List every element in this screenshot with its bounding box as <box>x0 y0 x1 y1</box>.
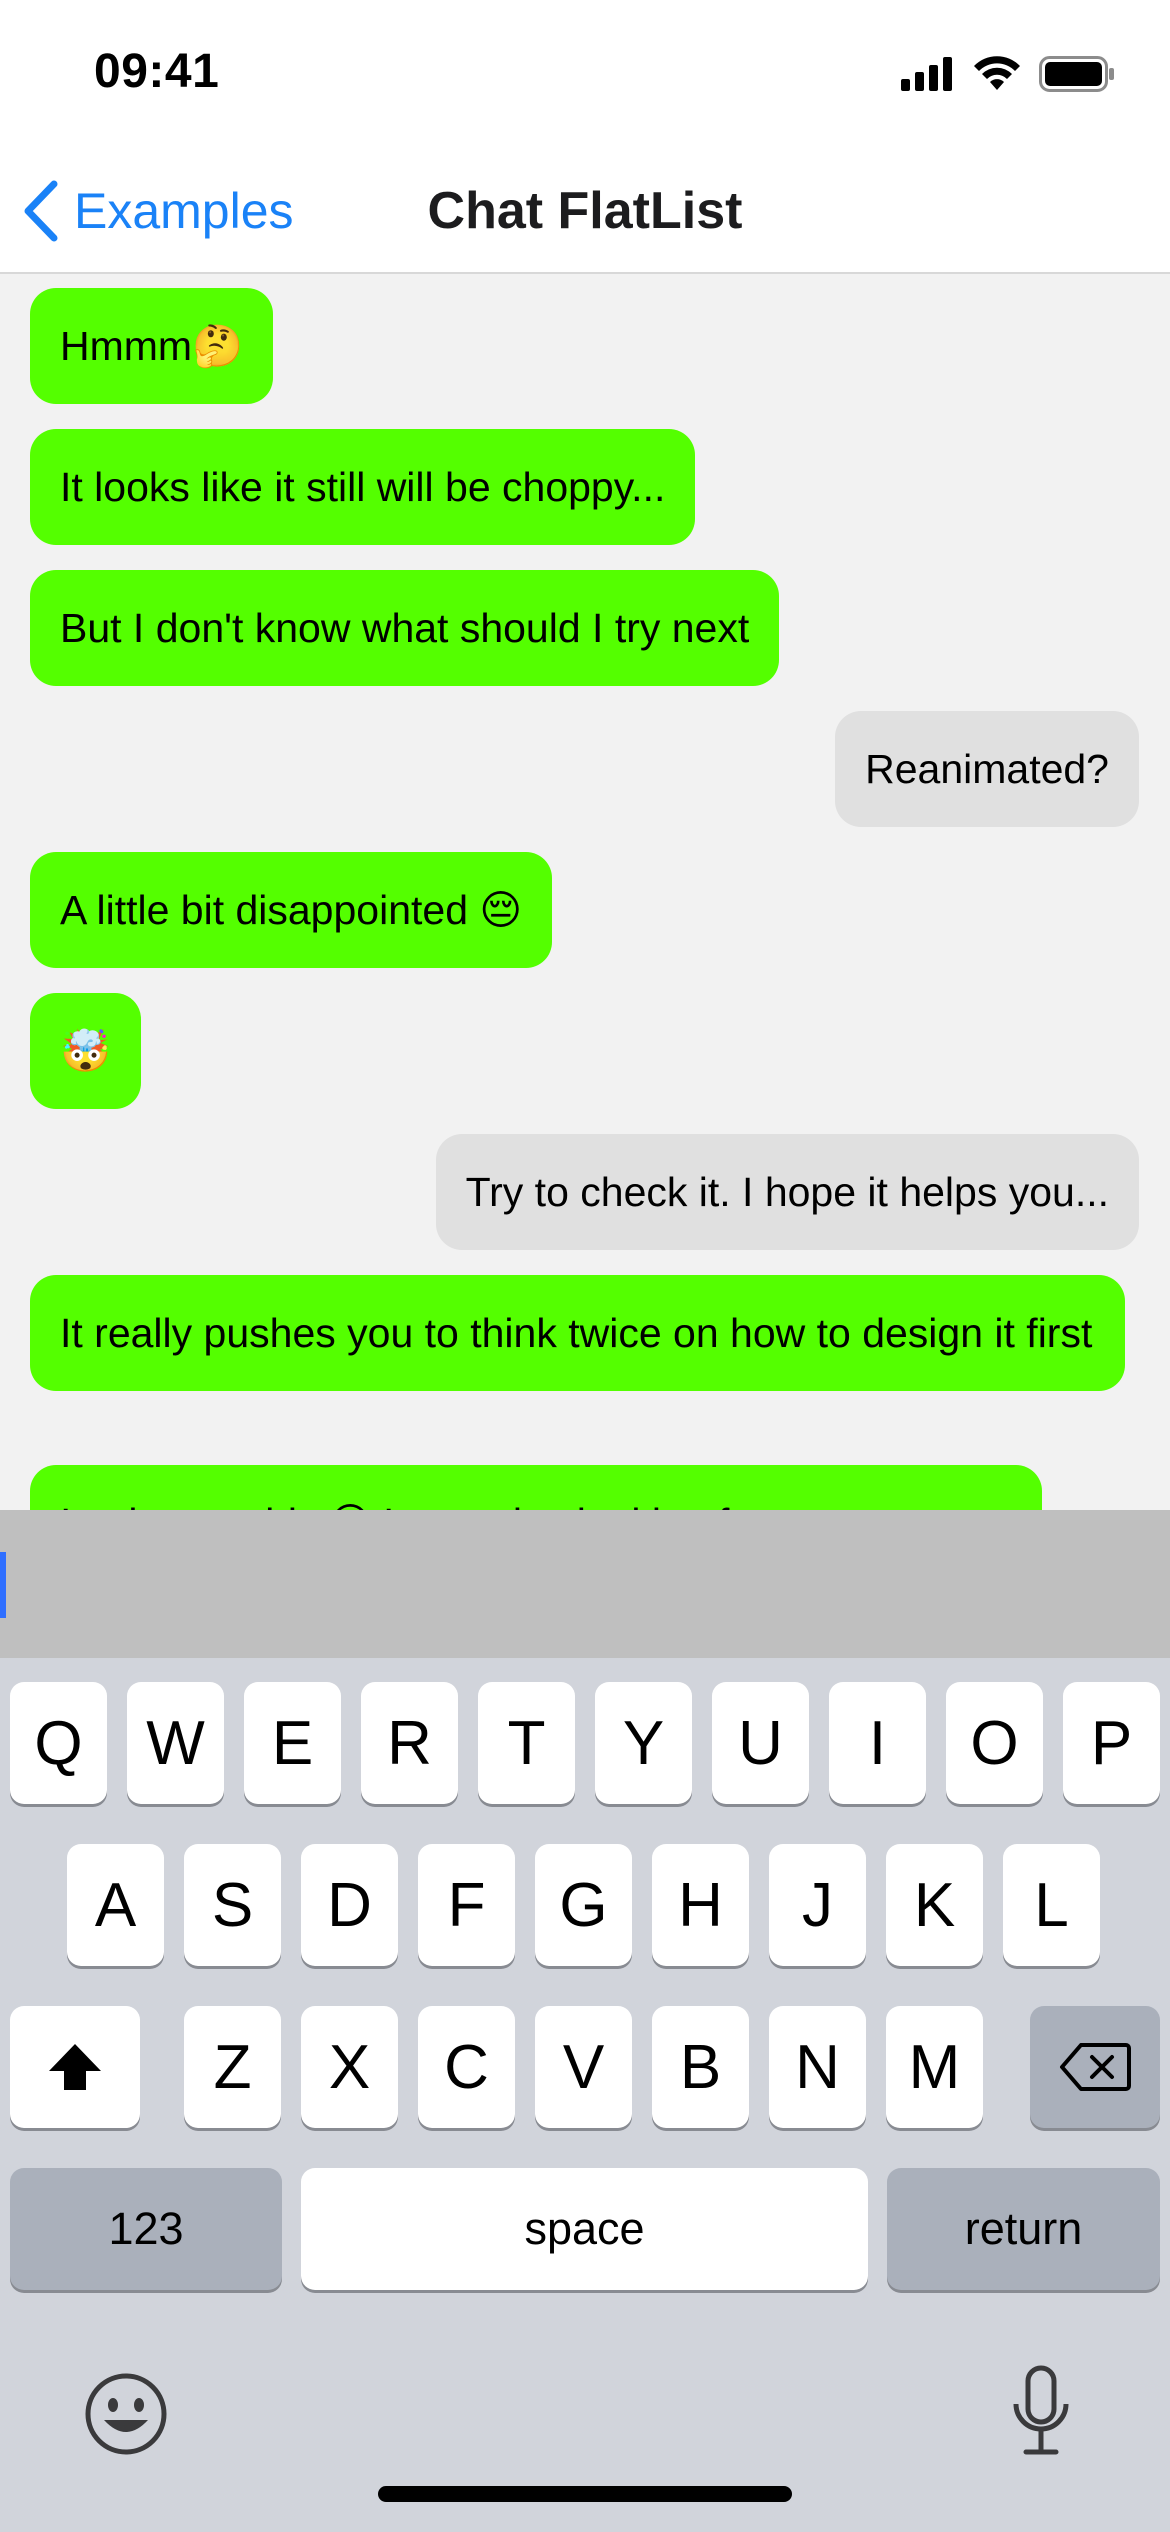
key-n[interactable]: N <box>769 2006 866 2128</box>
key-a[interactable]: A <box>67 1844 164 1966</box>
key-v[interactable]: V <box>535 2006 632 2128</box>
shift-key[interactable] <box>10 2006 140 2128</box>
status-bar: 09:41 <box>0 0 1170 150</box>
key-x[interactable]: X <box>301 2006 398 2128</box>
signal-icon <box>901 57 952 91</box>
key-e[interactable]: E <box>244 1682 341 1804</box>
delete-key[interactable] <box>1030 2006 1160 2128</box>
key-p[interactable]: P <box>1063 1682 1160 1804</box>
key-h[interactable]: H <box>652 1844 749 1966</box>
key-z[interactable]: Z <box>184 2006 281 2128</box>
message-bubble-incoming: I only saw this 😉 I was also looking for <box>30 1465 1042 1510</box>
emoji-button[interactable] <box>82 2370 170 2458</box>
page-title: Chat FlatList <box>0 176 1170 246</box>
status-time: 09:41 <box>94 45 220 98</box>
message-bubble-outgoing: Try to check it. I hope it helps you... <box>435 1134 1139 1250</box>
key-j[interactable]: J <box>769 1844 866 1966</box>
navigation-bar: Examples Chat FlatList <box>0 150 1170 274</box>
keyboard: Q W E R T Y U I O P A S D F G H J K L Z … <box>0 1658 1170 2532</box>
key-r[interactable]: R <box>361 1682 458 1804</box>
key-o[interactable]: O <box>946 1682 1043 1804</box>
message-bubble-outgoing: Reanimated? <box>835 711 1139 827</box>
key-t[interactable]: T <box>478 1682 575 1804</box>
message-bubble-incoming: A little bit disappointed 😔 <box>30 852 553 968</box>
wifi-icon <box>974 56 1020 90</box>
message-input[interactable] <box>0 1510 1170 1658</box>
key-q[interactable]: Q <box>10 1682 107 1804</box>
message-bubble-incoming: It really pushes you to think twice on h… <box>30 1275 1125 1391</box>
emoji-icon <box>85 2373 167 2455</box>
key-c[interactable]: C <box>418 2006 515 2128</box>
page-title-text: Chat FlatList <box>427 182 743 240</box>
text-cursor <box>0 1552 6 1618</box>
message-bubble-incoming: Hmmm🤔 <box>30 288 274 404</box>
dictation-button[interactable] <box>1006 2364 1076 2460</box>
key-b[interactable]: B <box>652 2006 749 2128</box>
key-f[interactable]: F <box>418 1844 515 1966</box>
numbers-key[interactable]: 123 <box>10 2168 282 2290</box>
key-l[interactable]: L <box>1003 1844 1100 1966</box>
key-g[interactable]: G <box>535 1844 632 1966</box>
space-key[interactable]: space <box>301 2168 868 2290</box>
battery-icon <box>1039 56 1114 92</box>
key-y[interactable]: Y <box>595 1682 692 1804</box>
shift-icon <box>49 2044 101 2090</box>
key-s[interactable]: S <box>184 1844 281 1966</box>
message-bubble-incoming: 🤯 <box>30 993 142 1109</box>
return-key[interactable]: return <box>887 2168 1160 2290</box>
chat-list[interactable]: Hmmm🤔 It looks like it still will be cho… <box>0 276 1170 1510</box>
key-w[interactable]: W <box>127 1682 224 1804</box>
key-u[interactable]: U <box>712 1682 809 1804</box>
key-k[interactable]: K <box>886 1844 983 1966</box>
message-bubble-incoming: But I don't know what should I try next <box>30 570 780 686</box>
key-d[interactable]: D <box>301 1844 398 1966</box>
key-i[interactable]: I <box>829 1682 926 1804</box>
microphone-icon <box>1013 2365 1069 2455</box>
home-indicator <box>378 2486 792 2502</box>
message-bubble-incoming: It looks like it still will be choppy... <box>30 429 696 545</box>
key-m[interactable]: M <box>886 2006 983 2128</box>
status-icons <box>901 52 1115 96</box>
backspace-icon <box>1060 2043 1131 2091</box>
